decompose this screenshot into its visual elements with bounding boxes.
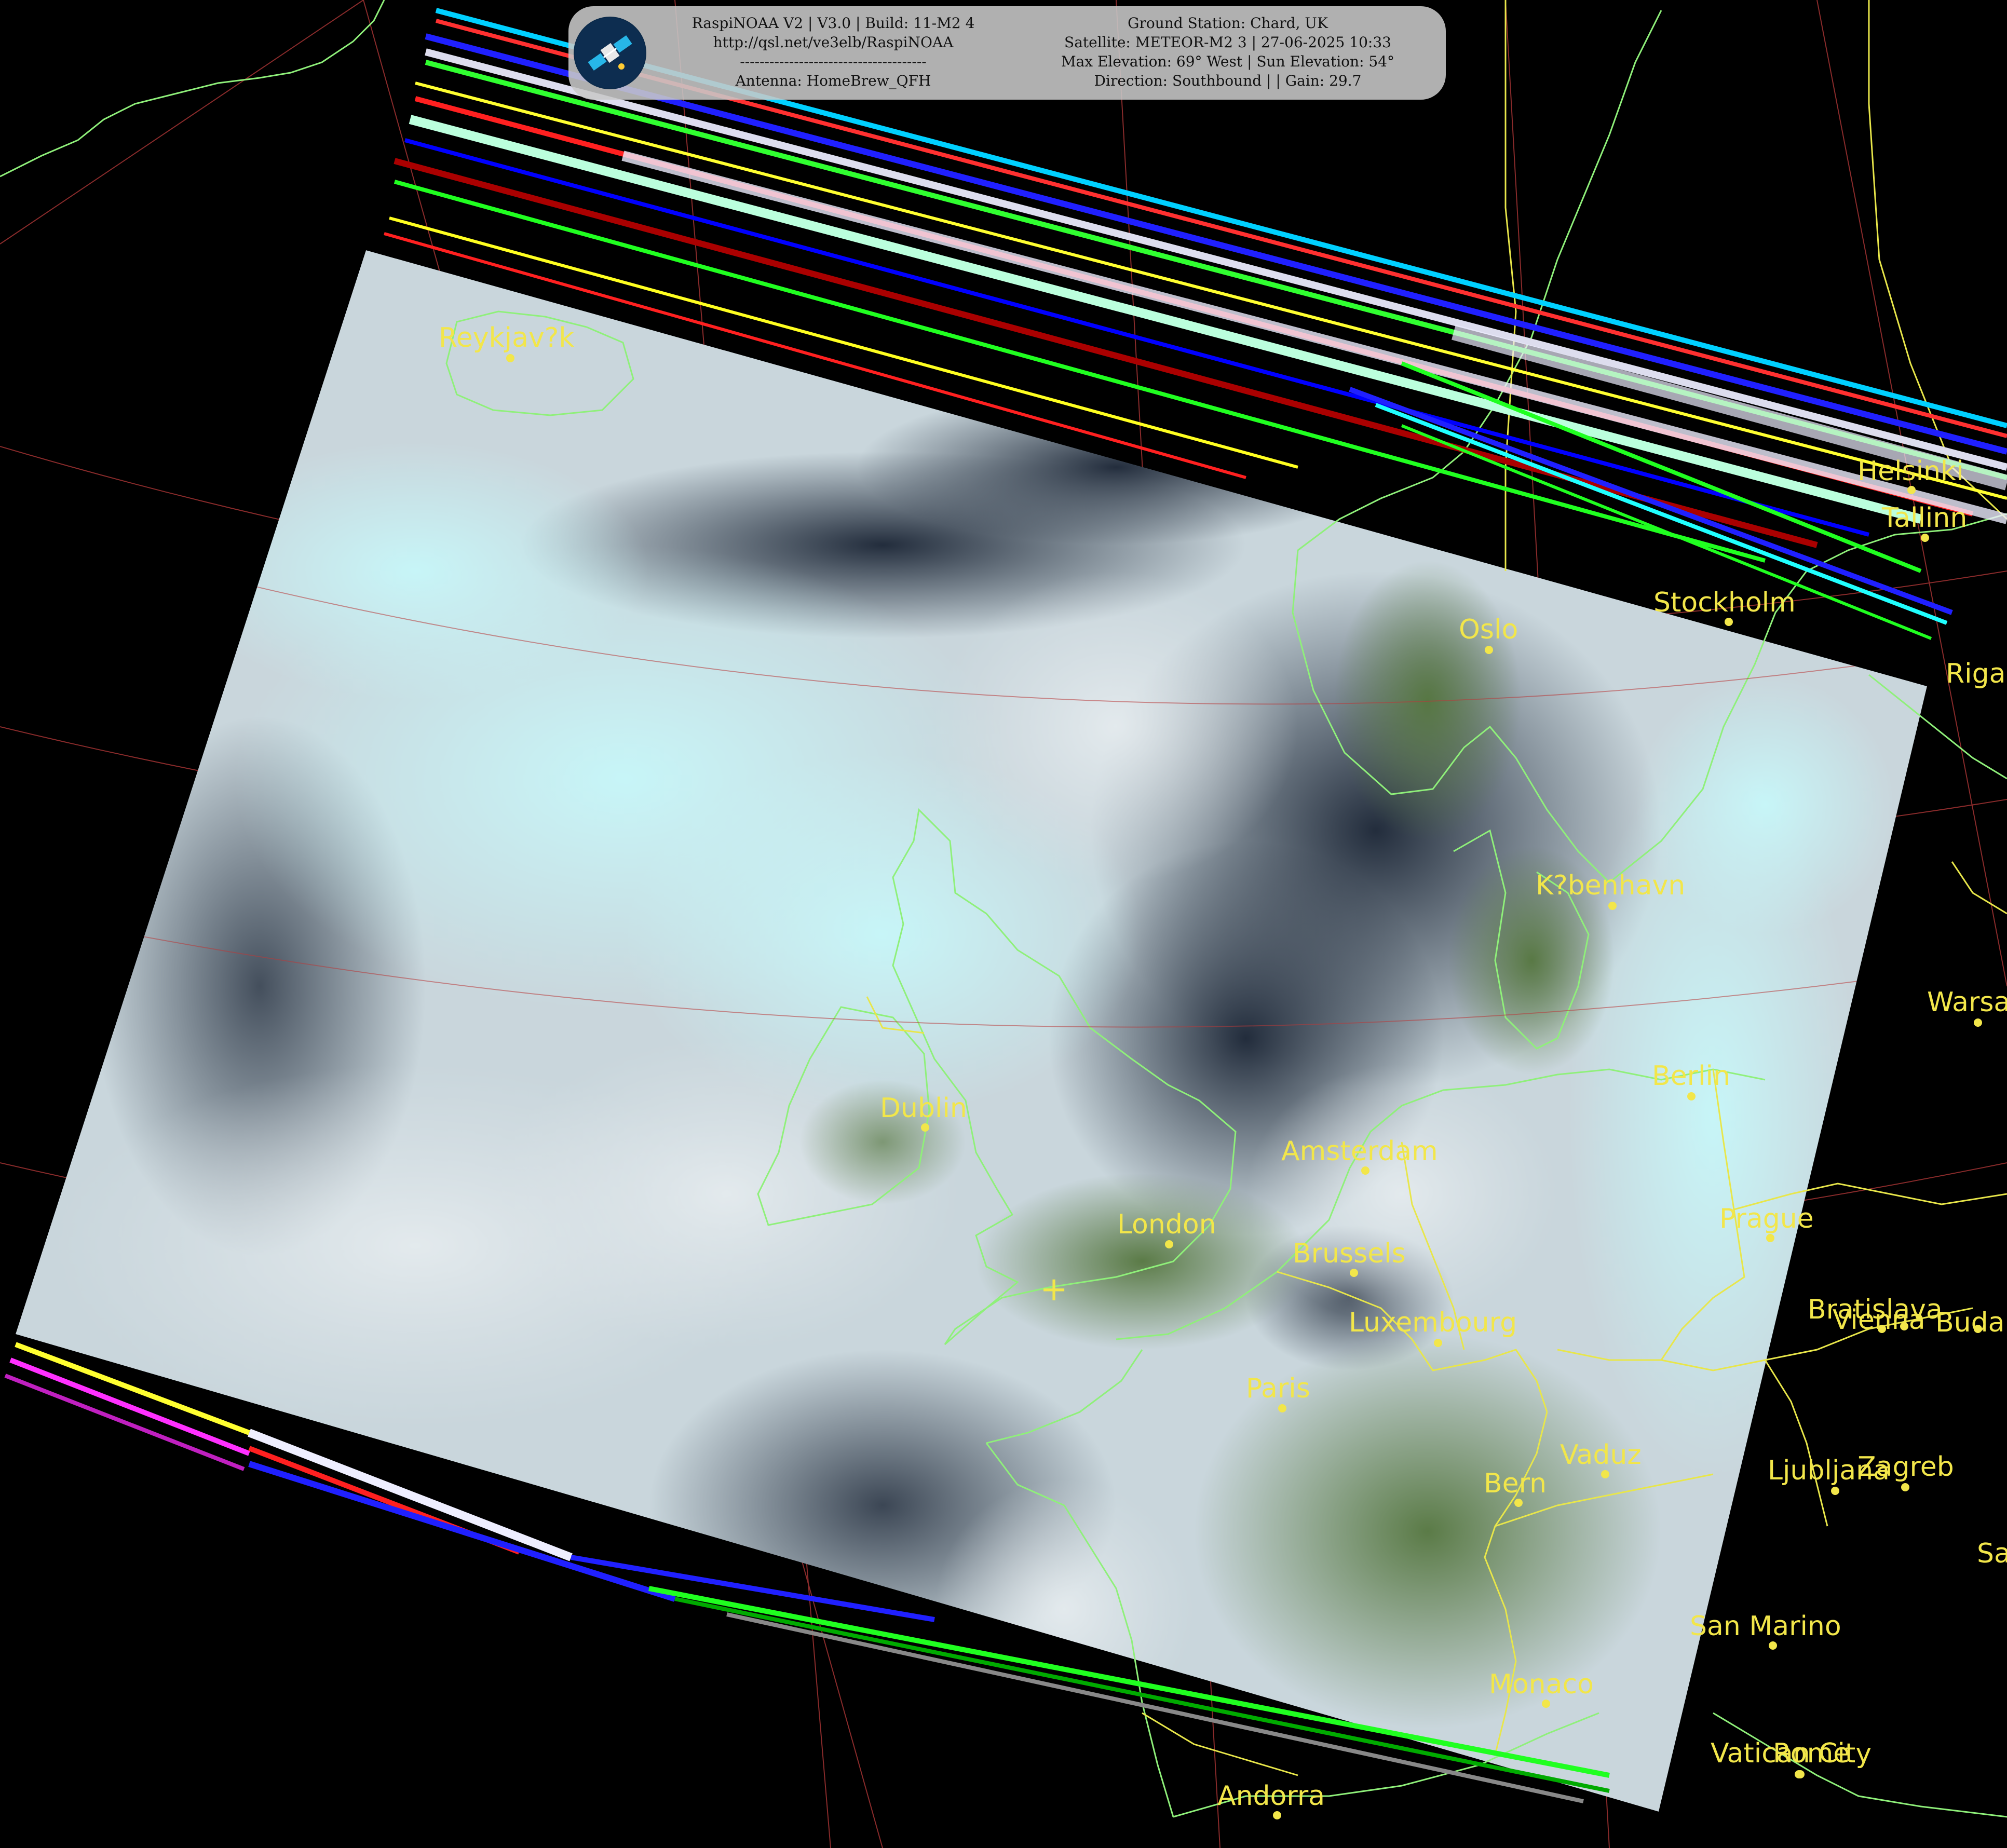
city-label-bern: Bern (1484, 1468, 1547, 1499)
city-marker-oslo (1485, 646, 1493, 654)
city-marker-monaco (1542, 1700, 1550, 1708)
city-label-brussels: Brussels (1293, 1238, 1406, 1269)
city-label-london: London (1117, 1209, 1216, 1240)
pass-info-panel: RaspiNOAA V2 | V3.0 | Build: 11-M2 4 htt… (568, 6, 1446, 100)
info-left-column: RaspiNOAA V2 | V3.0 | Build: 11-M2 4 htt… (662, 13, 1005, 90)
city-label-prague: Prague (1719, 1203, 1814, 1234)
satellite-imagery (16, 250, 1927, 1812)
city-label-luxembourg: Luxembourg (1349, 1307, 1517, 1338)
city-marker-k-benhavn (1608, 902, 1617, 910)
city-marker-stockholm (1725, 618, 1733, 626)
city-label-zagreb: Zagreb (1857, 1451, 1954, 1483)
info-url: http://qsl.net/ve3elb/RaspiNOAA (713, 34, 954, 51)
city-marker-dublin (921, 1123, 929, 1132)
city-label-dublin: Dublin (880, 1093, 967, 1124)
city-label-paris: Paris (1246, 1373, 1310, 1404)
city-marker-amsterdam (1361, 1166, 1369, 1175)
city-marker-bern (1514, 1499, 1523, 1507)
city-marker-reykjav-k (506, 354, 514, 362)
info-satellite: Satellite: METEOR-M2 3 | 27-06-2025 10:3… (1064, 34, 1391, 51)
city-label-warsa: Warsa (1927, 987, 2007, 1018)
city-marker-rome (1795, 1770, 1803, 1778)
city-label-tallinn: Tallinn (1881, 502, 1967, 534)
city-marker-berlin (1687, 1092, 1696, 1100)
city-label-buda: Buda (1935, 1307, 2005, 1338)
city-label-berlin: Berlin (1652, 1061, 1730, 1092)
satellite-map: Reykjav?k Helsinki Tallinn Stockholm Oslo Rig… (0, 0, 2007, 1848)
city-marker-zagreb (1901, 1483, 1909, 1491)
info-right-column: Ground Station: Chard, UK Satellite: MET… (1020, 13, 1435, 90)
city-label-helsinki: Helsinki (1857, 456, 1964, 487)
city-label-reykjav-k: Reykjav?k (439, 322, 574, 354)
city-marker-london (1165, 1240, 1173, 1248)
city-label-rome: Rome (1773, 1738, 1850, 1769)
city-marker-warsa (1974, 1018, 1982, 1027)
city-label-vaduz: Vaduz (1560, 1439, 1642, 1471)
info-version: RaspiNOAA V2 | V3.0 | Build: 11-M2 4 (691, 15, 975, 32)
city-label-riga: Riga (1946, 658, 2005, 689)
city-marker-vaduz (1601, 1470, 1609, 1478)
city-marker-brussels (1350, 1269, 1358, 1277)
city-marker-san-marino (1769, 1641, 1777, 1650)
city-label-san-marino: San Marino (1690, 1611, 1841, 1642)
city-marker-andorra (1273, 1811, 1281, 1819)
info-separator: -------------------------------------- (740, 53, 927, 70)
info-antenna: Antenna: HomeBrew_QFH (735, 72, 931, 89)
city-marker-luxembourg (1434, 1339, 1442, 1347)
info-ground-station: Ground Station: Chard, UK (1128, 15, 1328, 32)
city-label-oslo: Oslo (1459, 614, 1518, 645)
city-label-sa: Sa (1977, 1538, 2007, 1569)
city-marker-paris (1278, 1404, 1286, 1412)
city-label-stockholm: Stockholm (1653, 587, 1796, 618)
city-marker-ljubljana (1831, 1487, 1839, 1495)
info-elevation: Max Elevation: 69° West | Sun Elevation:… (1061, 53, 1395, 70)
city-label-amsterdam: Amsterdam (1281, 1136, 1438, 1167)
satellite-icon (574, 17, 646, 89)
city-label-monaco: Monaco (1489, 1669, 1594, 1700)
city-marker-prague (1766, 1234, 1774, 1242)
info-direction: Direction: Southbound | | Gain: 29.7 (1094, 72, 1362, 89)
map-canvas: Reykjav?k Helsinki Tallinn Stockholm Oslo Rig… (0, 0, 2007, 1848)
ground-station-marker: + (1040, 1270, 1068, 1309)
city-label-andorra: Andorra (1217, 1781, 1325, 1812)
city-marker-helsinki (1907, 486, 1916, 494)
city-label-vienna: Vienna (1833, 1305, 1925, 1336)
city-marker-tallinn (1921, 534, 1929, 542)
city-label-k-benhavn: K?benhavn (1536, 870, 1685, 901)
